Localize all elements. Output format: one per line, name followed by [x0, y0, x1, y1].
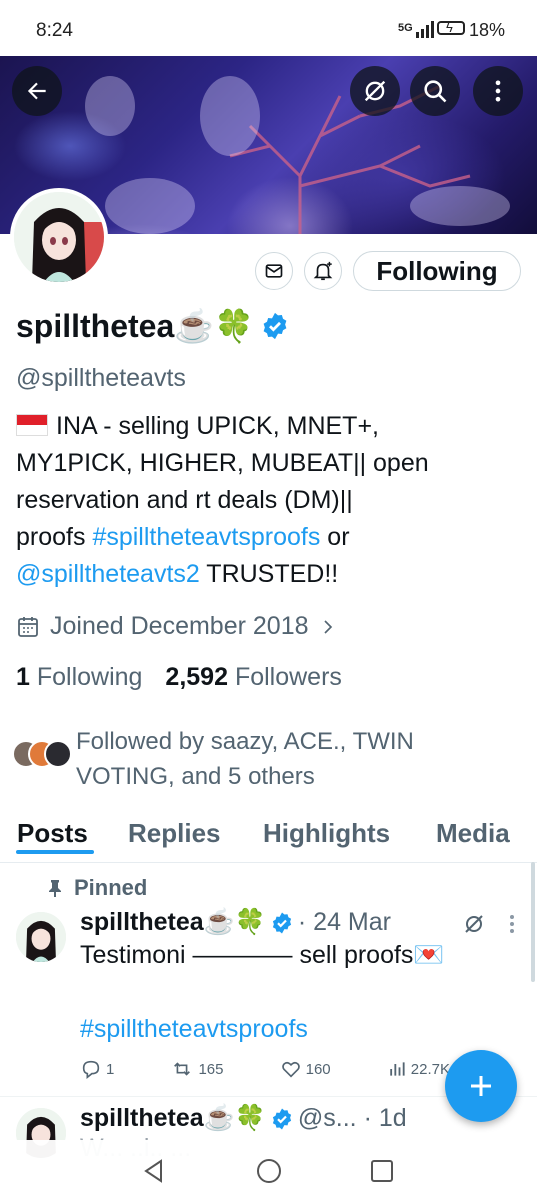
search-icon	[424, 80, 447, 103]
profile-avatar[interactable]	[10, 188, 108, 286]
follow-counts: 1 Following 2,592 Followers	[16, 663, 342, 692]
bio-line: MY1PICK, HIGHER, MUBEAT|| open	[16, 449, 429, 477]
like-button[interactable]: 160	[280, 1058, 331, 1080]
profile-name-row: spillthetea☕🍀	[16, 307, 290, 345]
views-count: 22.7K	[410, 1060, 450, 1078]
tab-replies[interactable]: Replies	[128, 818, 221, 849]
following-link[interactable]: 1 Following	[16, 663, 142, 691]
pin-icon	[49, 880, 61, 897]
recents-square-icon[interactable]	[370, 1159, 394, 1183]
pinned-label: Pinned	[74, 875, 148, 900]
message-button[interactable]	[255, 252, 293, 290]
views-chart-icon	[390, 1062, 405, 1076]
profile-bio: INA - selling UPICK, MNET+, MY1PICK, HIG…	[16, 408, 521, 593]
reply-count: 1	[106, 1060, 115, 1078]
followers-label: Followers	[234, 663, 342, 691]
plus-icon	[471, 1076, 491, 1096]
profile-handle: @spillthetea​vts	[16, 364, 186, 392]
post-meta[interactable]: @s... · 1d	[298, 1104, 407, 1133]
post-author-name[interactable]: spillthetea☕🍀	[80, 908, 266, 937]
back-triangle-icon[interactable]	[142, 1158, 166, 1184]
post-date[interactable]: · 24 Mar	[298, 908, 391, 937]
verified-badge-icon	[272, 912, 292, 933]
active-tab-indicator	[16, 850, 94, 854]
network-indicator: 5G	[398, 22, 413, 34]
battery-percent: 18%	[469, 20, 506, 40]
home-circle-icon[interactable]	[256, 1158, 282, 1184]
more-vertical-icon	[495, 80, 501, 102]
repost-icon	[174, 1062, 191, 1076]
compose-button[interactable]	[445, 1050, 517, 1122]
pinned-indicator: Pinned	[48, 875, 147, 901]
following-button[interactable]: Following	[353, 251, 521, 291]
tab-highlights[interactable]: Highlights	[263, 818, 390, 849]
scrollbar[interactable]	[531, 862, 535, 982]
back-button[interactable]	[12, 66, 62, 116]
views-button[interactable]: 22.7K	[387, 1058, 450, 1080]
bio-text: or	[320, 523, 350, 551]
followers-link[interactable]: 2,592 Followers	[165, 663, 342, 691]
avatar-illustration	[16, 912, 66, 962]
post-avatar[interactable]	[16, 912, 66, 962]
repost-count: 165	[198, 1060, 224, 1078]
more-button[interactable]	[473, 66, 523, 116]
bio-line: reservation and rt deals (DM)||	[16, 486, 353, 514]
followed-by-avatars[interactable]	[12, 740, 76, 772]
post-actions: 1 165 160 22.7K	[80, 1058, 450, 1080]
system-navigation-bar	[0, 1140, 537, 1200]
hide-icon[interactable]	[462, 912, 486, 936]
tab-posts[interactable]: Posts	[17, 818, 88, 849]
post-hashtag-link[interactable]: #spilltheteavtsproofs	[80, 1011, 308, 1048]
arrow-left-icon	[27, 82, 46, 100]
avatar	[44, 740, 72, 768]
heart-icon	[281, 1061, 300, 1078]
following-count: 1	[16, 663, 30, 691]
signal-icon	[416, 20, 434, 38]
post-header: spillthetea☕🍀 · 24 Mar	[80, 908, 391, 937]
status-time: 8:24	[36, 20, 73, 41]
joined-text: Joined December 2018	[50, 612, 309, 640]
search-button[interactable]	[410, 66, 460, 116]
verified-badge-icon	[272, 1108, 292, 1129]
bio-hashtag-link[interactable]: #spilltheteavtsproofs	[92, 523, 320, 551]
post-header: spillthetea☕🍀 @s... · 1d	[80, 1104, 407, 1133]
reply-icon	[82, 1060, 100, 1079]
followed-by-text[interactable]: Followed by saazy, ACE., TWIN VOTING, an…	[76, 724, 496, 794]
post-author-name[interactable]: spillthetea☕🍀	[80, 1104, 266, 1133]
verified-badge-icon[interactable]	[260, 311, 290, 341]
joined-date-row[interactable]: Joined December 2018	[16, 612, 337, 641]
bio-text: TRUSTED!!	[199, 560, 339, 588]
following-label: Following	[36, 663, 143, 691]
bio-line: INA - selling UPICK, MNET+,	[56, 412, 379, 440]
avatar-illustration	[14, 192, 104, 282]
hashtag[interactable]: #spilltheteavtsproofs	[80, 1015, 308, 1043]
profile-tabs: Posts Replies Highlights Media	[0, 806, 537, 863]
indonesia-flag-icon	[16, 414, 48, 436]
bell-plus-icon	[313, 261, 333, 281]
reply-button[interactable]: 1	[80, 1058, 114, 1080]
hide-icon	[364, 80, 386, 102]
post-more-icon[interactable]	[502, 912, 522, 936]
display-name: spillthetea☕🍀	[16, 308, 254, 344]
notify-button[interactable]	[304, 252, 342, 290]
envelope-icon	[265, 264, 283, 278]
tab-media[interactable]: Media	[436, 818, 510, 849]
post-text: Testimoni ———— sell proofs💌	[80, 941, 445, 969]
bio-text: proofs	[16, 523, 93, 551]
hide-button[interactable]	[350, 66, 400, 116]
followers-count: 2,592	[165, 663, 228, 691]
like-count: 160	[305, 1060, 331, 1078]
status-bar: 8:24 5G ϟ 18%	[0, 0, 537, 56]
charging-icon: ϟ	[446, 20, 453, 35]
calendar-icon	[18, 616, 38, 637]
bio-mention-link[interactable]: @spilltheteavts2	[16, 560, 200, 588]
chevron-right-icon	[323, 619, 332, 634]
repost-button[interactable]: 165	[170, 1058, 224, 1080]
